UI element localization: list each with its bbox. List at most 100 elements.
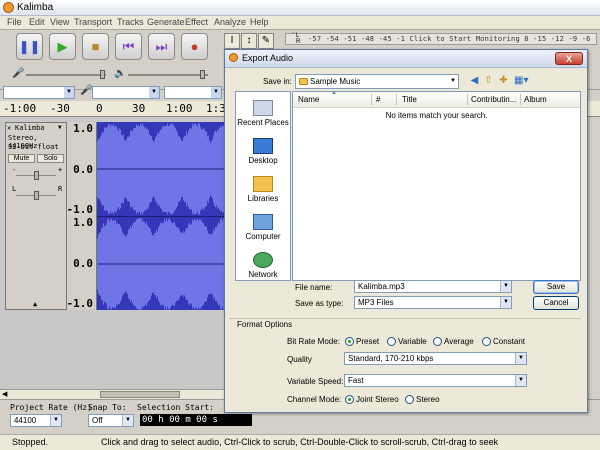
mute-button[interactable]: Mute bbox=[8, 154, 35, 163]
device-toolbar: ▼ 🎤 ▼ ▼ bbox=[0, 84, 225, 102]
menu-tracks[interactable]: Tracks bbox=[117, 17, 144, 27]
save-button[interactable]: Save bbox=[533, 280, 579, 294]
radio-stereo-label[interactable]: Stereo bbox=[416, 395, 440, 404]
scroll-left-icon[interactable]: ◀ bbox=[2, 390, 7, 398]
draw-tool-button[interactable]: ✎ bbox=[258, 33, 274, 49]
snap-to-dropdown[interactable]: Off ▼ bbox=[88, 414, 134, 427]
skip-start-icon: ⏮ bbox=[122, 38, 135, 54]
stop-button[interactable]: ■ bbox=[82, 33, 109, 60]
quality-dropdown[interactable]: Standard, 170-210 kbps ▼ bbox=[344, 352, 527, 365]
radio-preset-label[interactable]: Preset bbox=[356, 337, 379, 346]
close-icon: X bbox=[565, 54, 572, 64]
dialog-close-button[interactable]: X bbox=[555, 52, 583, 65]
recent-places-icon bbox=[253, 100, 273, 116]
play-button[interactable]: ▶ bbox=[49, 33, 76, 60]
input-channels-dropdown[interactable]: ▼ bbox=[164, 86, 222, 99]
window-title: Kalimba bbox=[17, 2, 54, 13]
scroll-thumb[interactable] bbox=[100, 391, 180, 398]
column-album[interactable]: Album bbox=[524, 95, 547, 104]
selection-tool-button[interactable]: I bbox=[224, 33, 240, 49]
menu-generate[interactable]: Generate bbox=[147, 17, 185, 27]
track-name[interactable]: Kalimba bbox=[15, 124, 45, 132]
file-name-input[interactable]: Kalimba.mp3 ▼ bbox=[354, 280, 512, 293]
save-in-value: Sample Music bbox=[310, 77, 361, 86]
place-network[interactable]: Network bbox=[236, 252, 290, 282]
radio-variable-label[interactable]: Variable bbox=[398, 337, 427, 346]
status-hint: Click and drag to select audio, Ctrl-Cli… bbox=[101, 437, 499, 447]
menu-transport[interactable]: Transport bbox=[74, 17, 112, 27]
menu-analyze[interactable]: Analyze bbox=[214, 17, 246, 27]
menu-effect[interactable]: Effect bbox=[185, 17, 208, 27]
variable-speed-label: Variable Speed: bbox=[287, 377, 344, 386]
save-type-dropdown[interactable]: MP3 Files ▼ bbox=[354, 296, 512, 309]
new-folder-icon[interactable]: ✚ bbox=[498, 75, 509, 86]
selection-start-field[interactable]: 00 h 00 m 00 s bbox=[140, 414, 252, 426]
input-volume-slider[interactable] bbox=[26, 74, 106, 76]
export-audio-dialog: Export Audio X Save in: Sample Music ▼ ◀… bbox=[224, 49, 588, 413]
title-bar: Kalimba bbox=[0, 0, 600, 16]
input-volume-knob[interactable] bbox=[100, 70, 105, 79]
audio-host-dropdown[interactable]: ▼ bbox=[3, 86, 75, 99]
pause-button[interactable]: ❚❚ bbox=[16, 33, 43, 60]
waveform-right-channel[interactable] bbox=[97, 216, 225, 310]
solo-button[interactable]: Solo bbox=[37, 154, 64, 163]
input-device-dropdown[interactable]: ▼ bbox=[92, 86, 160, 99]
variable-speed-dropdown[interactable]: Fast ▼ bbox=[344, 374, 527, 387]
save-in-label: Save in: bbox=[263, 77, 292, 86]
places-bar: Recent Places Desktop Libraries Computer… bbox=[235, 91, 291, 281]
place-libraries[interactable]: Libraries bbox=[236, 176, 290, 206]
radio-average[interactable] bbox=[433, 337, 442, 346]
selection-start-label: Selection Start: bbox=[137, 403, 215, 412]
gain-plus-label: + bbox=[58, 166, 63, 174]
place-recent[interactable]: Recent Places bbox=[236, 100, 290, 130]
gain-minus-label: - bbox=[12, 166, 17, 174]
place-desktop[interactable]: Desktop bbox=[236, 138, 290, 168]
gain-knob[interactable] bbox=[34, 171, 39, 180]
scale-label: 0.0 bbox=[73, 257, 93, 270]
menu-file[interactable]: File bbox=[7, 17, 22, 27]
radio-preset[interactable] bbox=[345, 337, 354, 346]
menu-view[interactable]: View bbox=[50, 17, 69, 27]
collapse-track-icon[interactable]: ▲ bbox=[33, 300, 37, 308]
chevron-down-icon: ▼ bbox=[149, 87, 159, 98]
skip-end-button[interactable]: ⏭ bbox=[148, 33, 175, 60]
radio-joint-stereo-label[interactable]: Joint Stereo bbox=[356, 395, 399, 404]
envelope-tool-button[interactable]: ↕ bbox=[241, 33, 257, 49]
output-volume-slider[interactable] bbox=[128, 74, 208, 76]
save-in-dropdown[interactable]: Sample Music ▼ bbox=[295, 74, 459, 89]
column-contributing[interactable]: Contributin... bbox=[471, 95, 516, 104]
column-title[interactable]: Title bbox=[402, 95, 417, 104]
place-computer[interactable]: Computer bbox=[236, 214, 290, 244]
skip-start-button[interactable]: ⏮ bbox=[115, 33, 142, 60]
variable-speed-value: Fast bbox=[348, 376, 364, 385]
snap-to-value: Off bbox=[92, 416, 103, 425]
project-rate-dropdown[interactable]: 44100 ▼ bbox=[10, 414, 62, 427]
output-volume-knob[interactable] bbox=[200, 70, 205, 79]
column-name[interactable]: Name bbox=[298, 95, 319, 104]
back-icon[interactable]: ◀ bbox=[469, 75, 480, 86]
waveform-left-channel[interactable] bbox=[97, 122, 225, 216]
recording-meter[interactable]: -57 -54 -51 -48 -45 -1 Click to Start Mo… bbox=[285, 33, 597, 45]
pause-icon: ❚❚ bbox=[18, 38, 41, 54]
horizontal-scrollbar[interactable]: ◀ bbox=[0, 389, 225, 399]
view-menu-icon[interactable]: ▦▾ bbox=[514, 75, 528, 86]
radio-variable[interactable] bbox=[387, 337, 396, 346]
radio-joint-stereo[interactable] bbox=[345, 395, 354, 404]
radio-average-label[interactable]: Average bbox=[444, 337, 474, 346]
cancel-button[interactable]: Cancel bbox=[533, 296, 579, 310]
radio-constant[interactable] bbox=[482, 337, 491, 346]
menu-help[interactable]: Help bbox=[250, 17, 269, 27]
libraries-icon bbox=[253, 176, 273, 192]
track-menu-icon[interactable]: ▼ bbox=[58, 124, 62, 131]
radio-constant-label[interactable]: Constant bbox=[493, 337, 525, 346]
chevron-down-icon: ▼ bbox=[50, 415, 61, 426]
column-number[interactable]: # bbox=[376, 95, 380, 104]
file-list[interactable]: Name ▲ # Title Contributin... Album No i… bbox=[292, 90, 581, 281]
menu-edit[interactable]: Edit bbox=[29, 17, 45, 27]
radio-stereo[interactable] bbox=[405, 395, 414, 404]
track-close-icon[interactable]: ✕ bbox=[7, 124, 11, 132]
record-button[interactable]: ● bbox=[181, 33, 208, 60]
waveform-left-svg bbox=[97, 123, 225, 215]
pan-knob[interactable] bbox=[34, 191, 39, 200]
up-folder-icon[interactable]: ⇧ bbox=[483, 75, 494, 86]
